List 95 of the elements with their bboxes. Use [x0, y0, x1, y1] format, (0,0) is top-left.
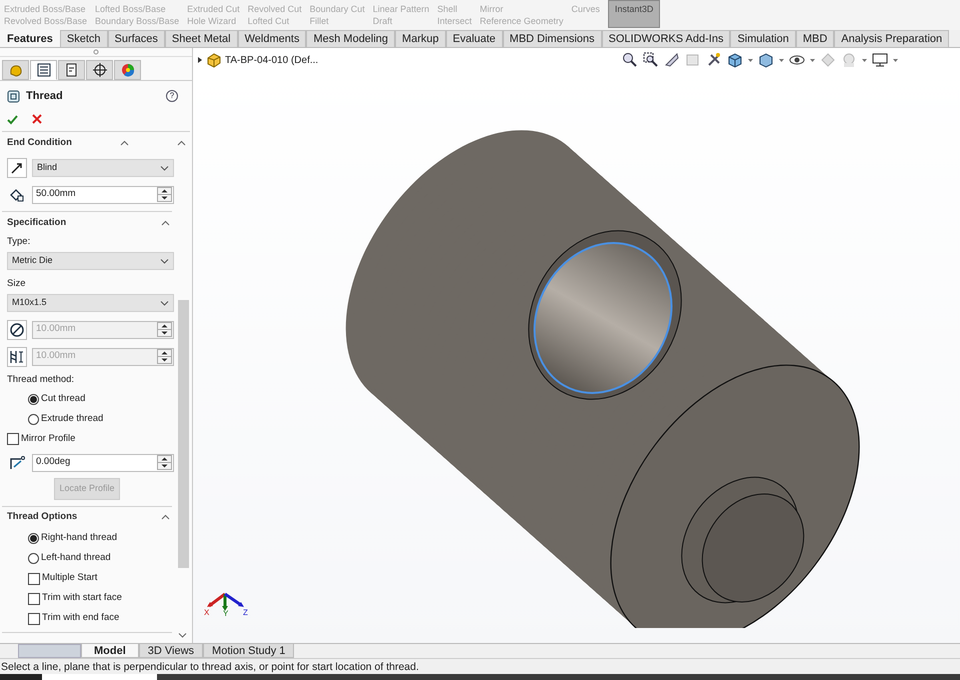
radio-label[interactable]: Right-hand thread: [41, 531, 118, 546]
instant3d-button[interactable]: Instant3D: [608, 0, 660, 28]
checkbox-label[interactable]: Trim with end face: [42, 611, 120, 626]
dropdown-arrow-icon[interactable]: [779, 58, 784, 62]
bottom-tab[interactable]: Motion Study 1: [203, 644, 294, 658]
document-icon: [64, 62, 80, 78]
cancel-x-icon[interactable]: [32, 114, 42, 124]
crosshair-icon: [92, 62, 108, 78]
monitor-icon[interactable]: [872, 52, 888, 68]
caret-icon: [160, 258, 169, 264]
panel-tab[interactable]: [58, 60, 85, 80]
ok-check-icon[interactable]: [7, 114, 18, 124]
dropdown-arrow-icon[interactable]: [748, 58, 753, 62]
collapse-chevron-icon[interactable]: [161, 514, 170, 521]
command-tab[interactable]: Surfaces: [108, 30, 165, 47]
axis-triad-drawing: [207, 592, 244, 611]
status-bar-message: Select a line, plane that is perpendicular to thread axis, or point for start location of thread.: [0, 658, 960, 674]
radio-label[interactable]: Left-hand thread: [41, 551, 111, 566]
pitch-button[interactable]: [7, 346, 27, 366]
scrollbar-thumb[interactable]: [178, 300, 189, 568]
tools-icon[interactable]: [706, 52, 722, 68]
command-tab[interactable]: Sketch: [60, 30, 108, 47]
checkbox-label[interactable]: Mirror Profile: [21, 432, 76, 446]
tree-item[interactable]: TA-BP-04-010 (Def...: [225, 52, 318, 68]
field-label: Type:: [7, 234, 30, 249]
section-title: Specification: [7, 216, 66, 230]
panel-tab[interactable]: [30, 60, 57, 80]
help-button[interactable]: ?: [166, 90, 178, 102]
spinner-icon[interactable]: [157, 455, 172, 470]
depth-icon: [9, 186, 25, 202]
dropdown-arrow-icon[interactable]: [810, 58, 815, 62]
collapse-chevron-icon[interactable]: [120, 140, 129, 146]
radio-button[interactable]: [28, 394, 39, 404]
field-label: Thread method:: [7, 372, 74, 387]
cube-icon[interactable]: [727, 52, 743, 68]
property-list-icon: [36, 62, 52, 78]
checkbox[interactable]: [28, 612, 40, 624]
spinner-icon[interactable]: [157, 187, 172, 202]
bottom-tab[interactable]: 3D Views: [138, 644, 204, 658]
command-tab[interactable]: MBD Dimensions: [502, 30, 602, 47]
diameter-icon: [9, 322, 25, 338]
thread-feature-icon: [7, 90, 20, 102]
dropdown-arrow-icon[interactable]: [862, 58, 867, 62]
checkbox-label[interactable]: Multiple Start: [42, 571, 98, 586]
angle-icon: [9, 454, 25, 470]
radio-button[interactable]: [28, 553, 39, 564]
section-title: End Condition: [7, 136, 72, 150]
part-icon: [206, 52, 222, 68]
dropdown-arrow-icon[interactable]: [893, 58, 898, 62]
checkbox-label[interactable]: Trim with start face: [42, 591, 122, 606]
axis-label: Y: [223, 609, 228, 618]
color-wheel-icon: [120, 62, 136, 78]
radio-label[interactable]: Cut thread: [41, 392, 86, 406]
display-style-icon[interactable]: [758, 52, 774, 68]
command-tab[interactable]: Mesh Modeling: [306, 30, 396, 47]
pencil-icon[interactable]: [664, 52, 680, 68]
checkbox[interactable]: [7, 433, 19, 445]
length-field[interactable]: 50.00mm: [32, 186, 174, 204]
zoom-area-icon[interactable]: [643, 52, 659, 68]
bottom-tab[interactable]: Model: [81, 644, 139, 658]
diameter-button[interactable]: [7, 320, 27, 340]
caret-icon: [160, 164, 169, 170]
panel-title: Thread: [26, 88, 64, 104]
expand-arrow-icon[interactable]: [197, 56, 203, 64]
scroll-up-icon[interactable]: [177, 140, 186, 146]
command-tab[interactable]: Simulation: [730, 30, 796, 47]
radio-button[interactable]: [28, 533, 39, 544]
resize-handle-icon[interactable]: [93, 49, 99, 55]
command-tab[interactable]: Weldments: [238, 30, 306, 47]
axis-label: Z: [243, 608, 248, 617]
section-title: Thread Options: [7, 510, 78, 524]
command-tab[interactable]: Sheet Metal: [164, 30, 238, 47]
radio-button[interactable]: [28, 414, 39, 424]
axis-label: X: [204, 608, 210, 617]
reverse-direction-button[interactable]: [7, 158, 27, 178]
type-dropdown[interactable]: Metric Die: [7, 252, 174, 270]
panel-tab[interactable]: [86, 60, 113, 80]
scroll-down-icon[interactable]: [178, 632, 187, 638]
radio-label[interactable]: Extrude thread: [41, 412, 104, 426]
field-label: Size: [7, 276, 26, 291]
command-tab[interactable]: Features: [0, 30, 60, 47]
command-tab[interactable]: Analysis Preparation: [834, 30, 950, 47]
collapse-chevron-icon[interactable]: [161, 220, 170, 226]
pitch-icon: [9, 348, 25, 364]
angle-field[interactable]: 0.00deg: [32, 454, 174, 472]
command-tab[interactable]: MBD: [796, 30, 834, 47]
command-tab[interactable]: Markup: [395, 30, 446, 47]
zoom-icon[interactable]: [622, 52, 638, 68]
checkbox[interactable]: [28, 592, 40, 604]
checkbox[interactable]: [28, 572, 40, 584]
command-tab[interactable]: SOLIDWORKS Add-Ins: [602, 30, 730, 47]
end-condition-dropdown[interactable]: Blind: [32, 158, 174, 176]
caret-icon: [160, 300, 169, 306]
size-dropdown[interactable]: M10x1.5: [7, 294, 174, 312]
command-tab[interactable]: Evaluate: [446, 30, 503, 47]
